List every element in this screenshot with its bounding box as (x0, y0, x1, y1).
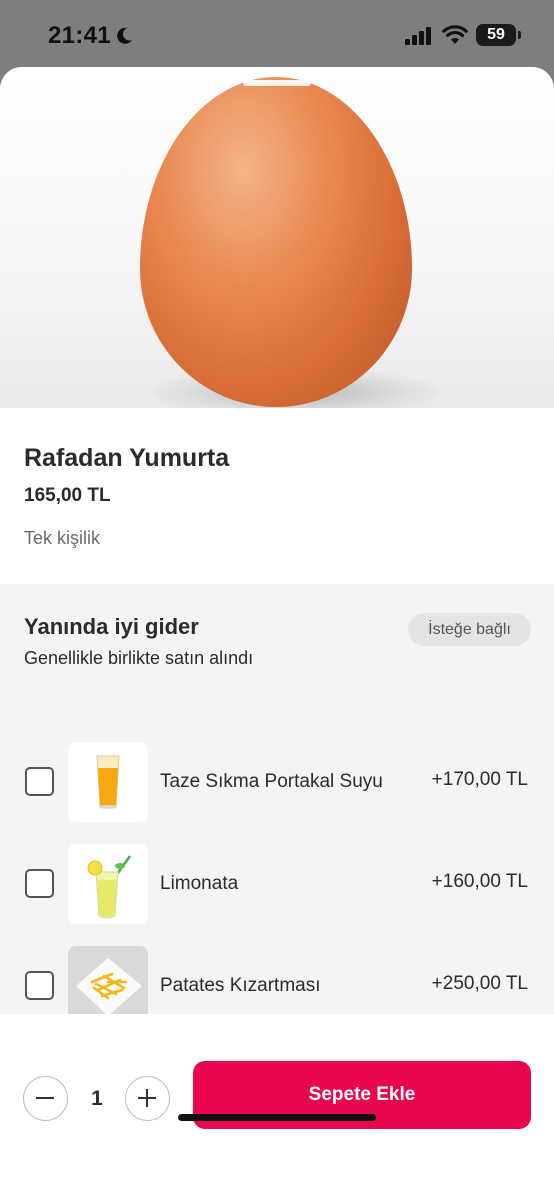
product-image (0, 67, 554, 408)
extra-item-fries[interactable]: Patates Kızartması +250,00 TL (0, 946, 554, 1014)
product-portion: Tek kişilik (24, 528, 101, 548)
signal-icon (405, 27, 431, 45)
fries-image (68, 946, 148, 1014)
extra-item-name: Patates Kızartması (160, 975, 321, 996)
french-fries-plate-icon (76, 958, 142, 1014)
battery-cap (518, 31, 521, 39)
extra-item-name: Taze Sıkma Portakal Suyu (160, 771, 383, 792)
extra-checkbox[interactable] (25, 971, 54, 1000)
orange-juice-image (68, 742, 148, 822)
extra-item-price: +170,00 TL (431, 769, 528, 790)
lemonade-glass-icon (87, 855, 132, 919)
optional-badge: İsteğe bağlı (408, 613, 531, 646)
plus-icon (138, 1089, 156, 1107)
extra-item-lemonade[interactable]: Limonata +160,00 TL (0, 844, 554, 924)
status-bar: 21:41 59 (0, 0, 554, 70)
extras-subtitle: Genellikle birlikte satın alındı (24, 648, 254, 668)
product-price: 165,00 TL (24, 485, 111, 506)
product-info: Rafadan Yumurta 165,00 TL Tek kişilik (0, 408, 554, 584)
quantity-value: 1 (91, 1087, 103, 1110)
extra-item-price: +160,00 TL (431, 871, 528, 892)
orange-juice-glass-icon (96, 755, 120, 809)
sheet-grabber[interactable] (243, 80, 311, 86)
product-title: Rafadan Yumurta (24, 444, 230, 472)
extra-checkbox[interactable] (25, 767, 54, 796)
moon-icon (117, 27, 132, 44)
status-time: 21:41 (48, 22, 111, 49)
lemonade-image (68, 844, 148, 924)
home-indicator[interactable] (178, 1114, 376, 1121)
extra-checkbox[interactable] (25, 869, 54, 898)
extras-section: Yanında iyi gider İsteğe bağlı Genellikl… (0, 584, 554, 1014)
product-sheet: Rafadan Yumurta 165,00 TL Tek kişilik Ya… (0, 67, 554, 1200)
egg-photo (140, 77, 412, 407)
extras-title: Yanında iyi gider (24, 614, 199, 639)
decrease-quantity-button[interactable] (23, 1076, 68, 1121)
extra-item-name: Limonata (160, 873, 239, 894)
extra-item-orange-juice[interactable]: Taze Sıkma Portakal Suyu +170,00 TL (0, 742, 554, 822)
cart-bar: 1 Sepete Ekle (0, 1014, 554, 1200)
minus-icon (36, 1097, 54, 1099)
increase-quantity-button[interactable] (125, 1076, 170, 1121)
battery-icon: 59 (476, 24, 516, 46)
wifi-icon (442, 25, 468, 44)
extra-item-price: +250,00 TL (431, 973, 528, 994)
